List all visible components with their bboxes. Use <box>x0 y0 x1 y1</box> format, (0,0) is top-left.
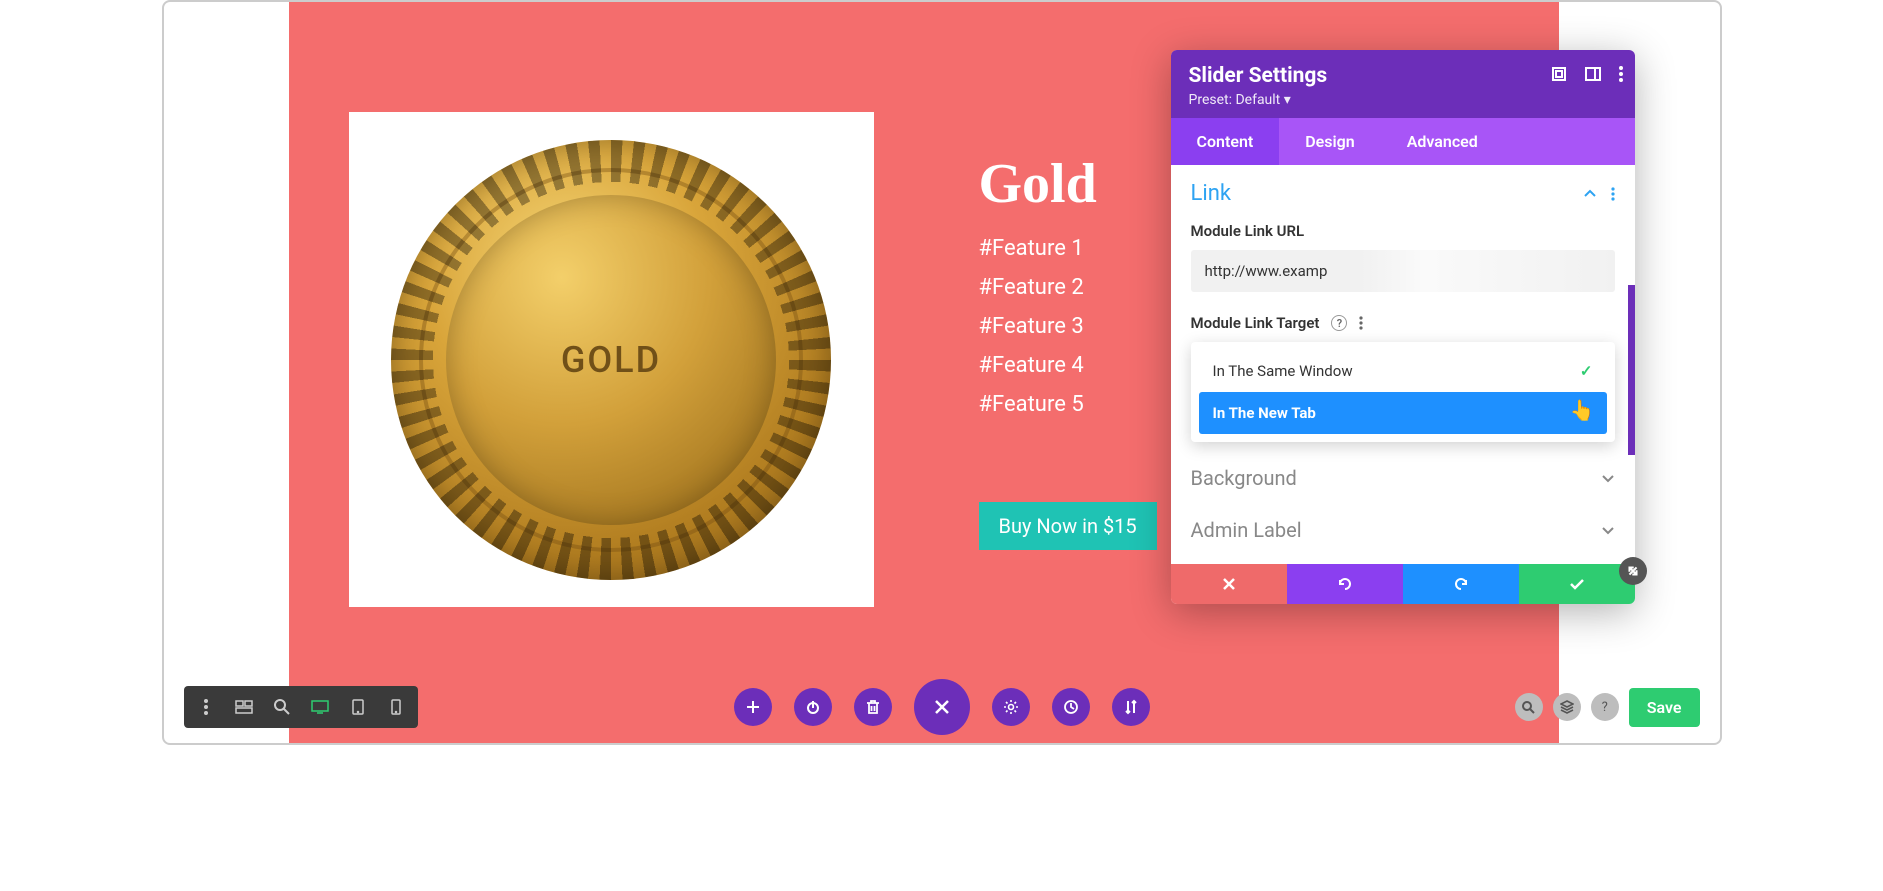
product-image-card: GOLD <box>349 112 874 607</box>
chevron-down-icon <box>1601 471 1615 485</box>
mobile-icon[interactable] <box>378 692 414 722</box>
feature-item: #Feature 4 <box>979 353 1097 378</box>
feature-item: #Feature 1 <box>979 236 1097 261</box>
tablet-icon[interactable] <box>340 692 376 722</box>
label-module-link-target: Module Link Target ? <box>1191 314 1615 332</box>
dock-icon[interactable] <box>1585 66 1601 82</box>
cancel-button[interactable] <box>1171 564 1287 604</box>
close-button[interactable] <box>914 679 970 735</box>
bottom-toolbar: ? Save <box>164 683 1720 731</box>
section-background[interactable]: Background <box>1191 452 1615 504</box>
dropdown-option-same-window[interactable]: In The Same Window ✓ <box>1199 350 1607 392</box>
input-module-link-url[interactable]: http://www.examp <box>1191 250 1615 292</box>
panel-body: Link Module Link URL http://www.examp Mo… <box>1171 165 1635 564</box>
cursor-pointer-icon: 👆 <box>1570 398 1595 422</box>
section-admin-label[interactable]: Admin Label <box>1191 504 1615 556</box>
field-more-icon[interactable] <box>1359 316 1363 330</box>
more-icon[interactable] <box>1619 66 1623 82</box>
scrollbar[interactable] <box>1628 285 1635 455</box>
section-more-icon[interactable] <box>1611 187 1615 201</box>
history-icon[interactable] <box>1052 688 1090 726</box>
dropdown-option-new-tab[interactable]: In The New Tab 👆 <box>1199 392 1607 434</box>
undo-button[interactable] <box>1287 564 1403 604</box>
help-icon[interactable]: ? <box>1331 315 1347 331</box>
collapse-icon[interactable] <box>1583 187 1597 201</box>
check-icon: ✓ <box>1580 362 1593 380</box>
tab-content[interactable]: Content <box>1171 118 1280 165</box>
chevron-down-icon <box>1601 523 1615 537</box>
trash-icon[interactable] <box>854 688 892 726</box>
link-target-dropdown[interactable]: In The Same Window ✓ In The New Tab 👆 <box>1191 342 1615 442</box>
label-module-link-url: Module Link URL <box>1191 222 1615 240</box>
view-controls <box>184 686 418 728</box>
tab-design[interactable]: Design <box>1279 118 1380 165</box>
section-title-link[interactable]: Link <box>1191 181 1232 206</box>
search-icon[interactable] <box>1515 693 1543 721</box>
expand-icon[interactable] <box>1551 66 1567 82</box>
add-button[interactable] <box>734 688 772 726</box>
right-actions: ? Save <box>1515 688 1700 727</box>
save-button[interactable]: Save <box>1629 688 1700 727</box>
zoom-icon[interactable] <box>264 692 300 722</box>
buy-button[interactable]: Buy Now in $15 <box>979 502 1157 550</box>
settings-icon[interactable] <box>992 688 1030 726</box>
product-title: Gold <box>979 152 1097 216</box>
power-icon[interactable] <box>794 688 832 726</box>
wireframe-icon[interactable] <box>226 692 262 722</box>
coin-label: GOLD <box>561 339 661 381</box>
panel-header[interactable]: Slider Settings Preset: Default ▾ <box>1171 50 1635 118</box>
feature-item: #Feature 3 <box>979 314 1097 339</box>
redo-button[interactable] <box>1403 564 1519 604</box>
help-icon[interactable]: ? <box>1591 693 1619 721</box>
panel-preset[interactable]: Preset: Default ▾ <box>1189 92 1617 108</box>
panel-tabs: Content Design Advanced <box>1171 118 1635 165</box>
feature-item: #Feature 2 <box>979 275 1097 300</box>
more-menu-icon[interactable] <box>188 692 224 722</box>
confirm-button[interactable] <box>1519 564 1635 604</box>
feature-item: #Feature 5 <box>979 392 1097 417</box>
center-actions <box>734 679 1150 735</box>
panel-footer <box>1171 564 1635 604</box>
desktop-icon[interactable] <box>302 692 338 722</box>
sort-icon[interactable] <box>1112 688 1150 726</box>
tab-advanced[interactable]: Advanced <box>1381 118 1504 165</box>
product-info: Gold #Feature 1 #Feature 2 #Feature 3 #F… <box>979 152 1097 431</box>
layers-icon[interactable] <box>1553 693 1581 721</box>
gold-coin-image: GOLD <box>391 140 831 580</box>
settings-panel: Slider Settings Preset: Default ▾ Conten… <box>1171 50 1635 604</box>
